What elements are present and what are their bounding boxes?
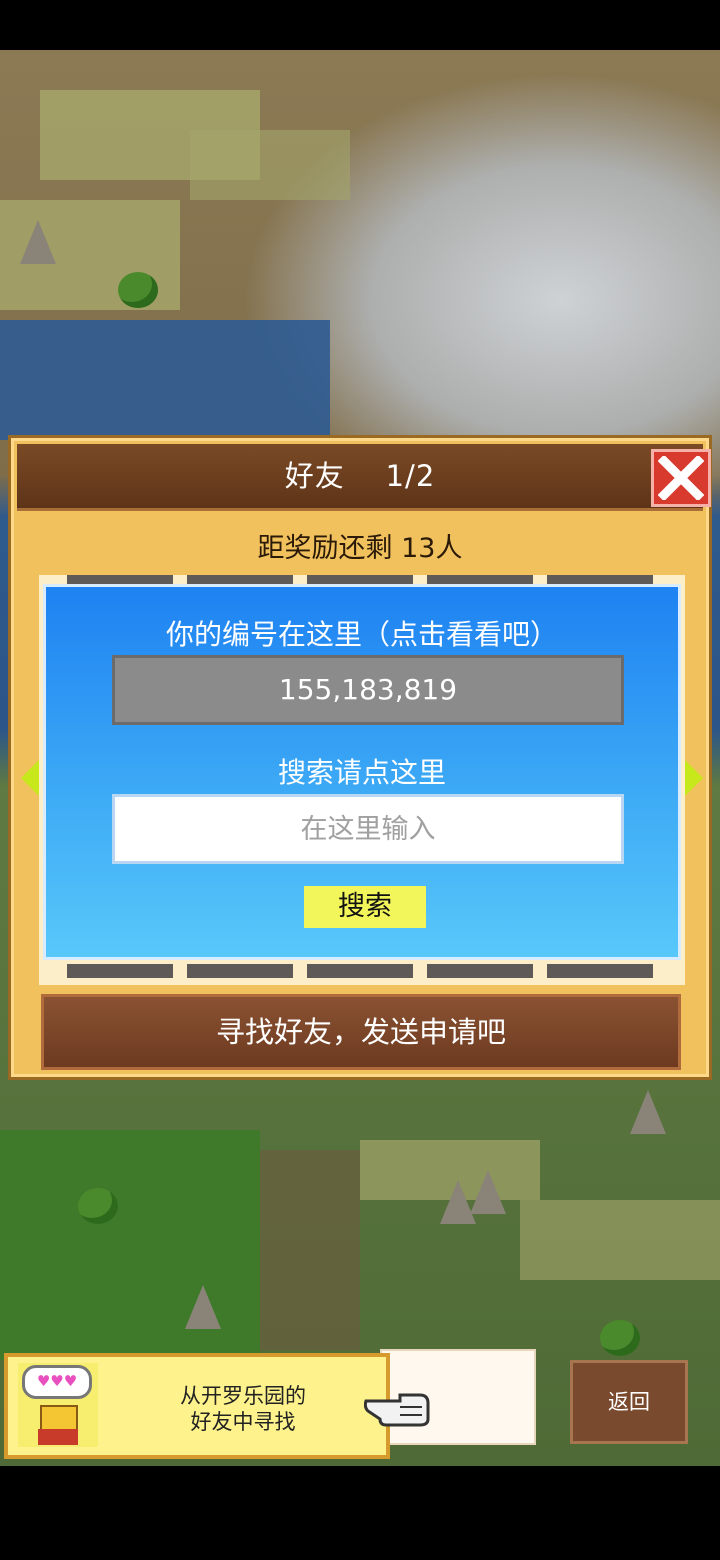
search-button[interactable]: 搜索 [304,886,426,928]
map-rock [630,1090,666,1134]
your-id-label: 你的编号在这里（点击看看吧） [165,618,558,651]
arrow-right-icon[interactable] [685,760,703,796]
pointing-hand-icon [364,1393,430,1427]
rail-segment [547,964,653,978]
status-bar [0,0,720,50]
map-field-tile [190,130,350,200]
dialog-titlebar: 好友 1/2 [17,444,711,511]
rail-segment [307,575,413,584]
back-button[interactable]: 返回 [570,1360,688,1444]
friend-id-panel: 你的编号在这里（点击看看吧） 155,183,819 搜索请点这里 搜索 [43,584,681,960]
find-friends-button[interactable]: 寻找好友，发送申请吧 [41,994,681,1070]
search-input[interactable] [112,794,624,864]
rail-segment [187,964,293,978]
map-tree [118,272,158,308]
promo-text-line1: 从开罗乐园的 [180,1384,306,1408]
robot-avatar: ♥♥♥ [18,1363,98,1447]
kairo-friends-banner[interactable]: ♥♥♥ 从开罗乐园的 好友中寻找 [4,1353,430,1459]
rail-segment [427,964,533,978]
rail-segment [427,575,533,584]
rail-segment [307,964,413,978]
map-field-tile [520,1200,720,1280]
friends-dialog: 好友 1/2 距奖励还剩 13人 你的编号在这里（点击看看吧） 155,183,… [8,435,712,1080]
map-water [0,320,330,440]
map-rock [470,1170,506,1214]
rail-segment [187,575,293,584]
search-label: 搜索请点这里 [277,756,446,789]
heart-bubble: ♥♥♥ [22,1365,92,1399]
promo-text: 从开罗乐园的 好友中寻找 [138,1383,348,1435]
arrow-left-icon[interactable] [21,760,39,796]
rail-segment [67,964,173,978]
close-button[interactable] [651,449,711,507]
dialog-title: 好友 1/2 [284,459,436,493]
map-grass [0,1130,260,1360]
promo-text-line2: 好友中寻找 [190,1410,296,1434]
robot-body [38,1429,78,1445]
map-tree [78,1188,118,1224]
close-icon [658,456,704,500]
reward-remaining-text: 距奖励还剩 13人 [257,533,463,564]
map-tree [600,1320,640,1356]
navigation-bar [0,1466,720,1560]
map-rock [185,1285,221,1329]
your-id-field[interactable]: 155,183,819 [112,655,624,725]
map-dirt [260,1150,360,1350]
rail-segment [67,575,173,584]
map-rock [20,220,56,264]
rail-segment [547,575,653,584]
